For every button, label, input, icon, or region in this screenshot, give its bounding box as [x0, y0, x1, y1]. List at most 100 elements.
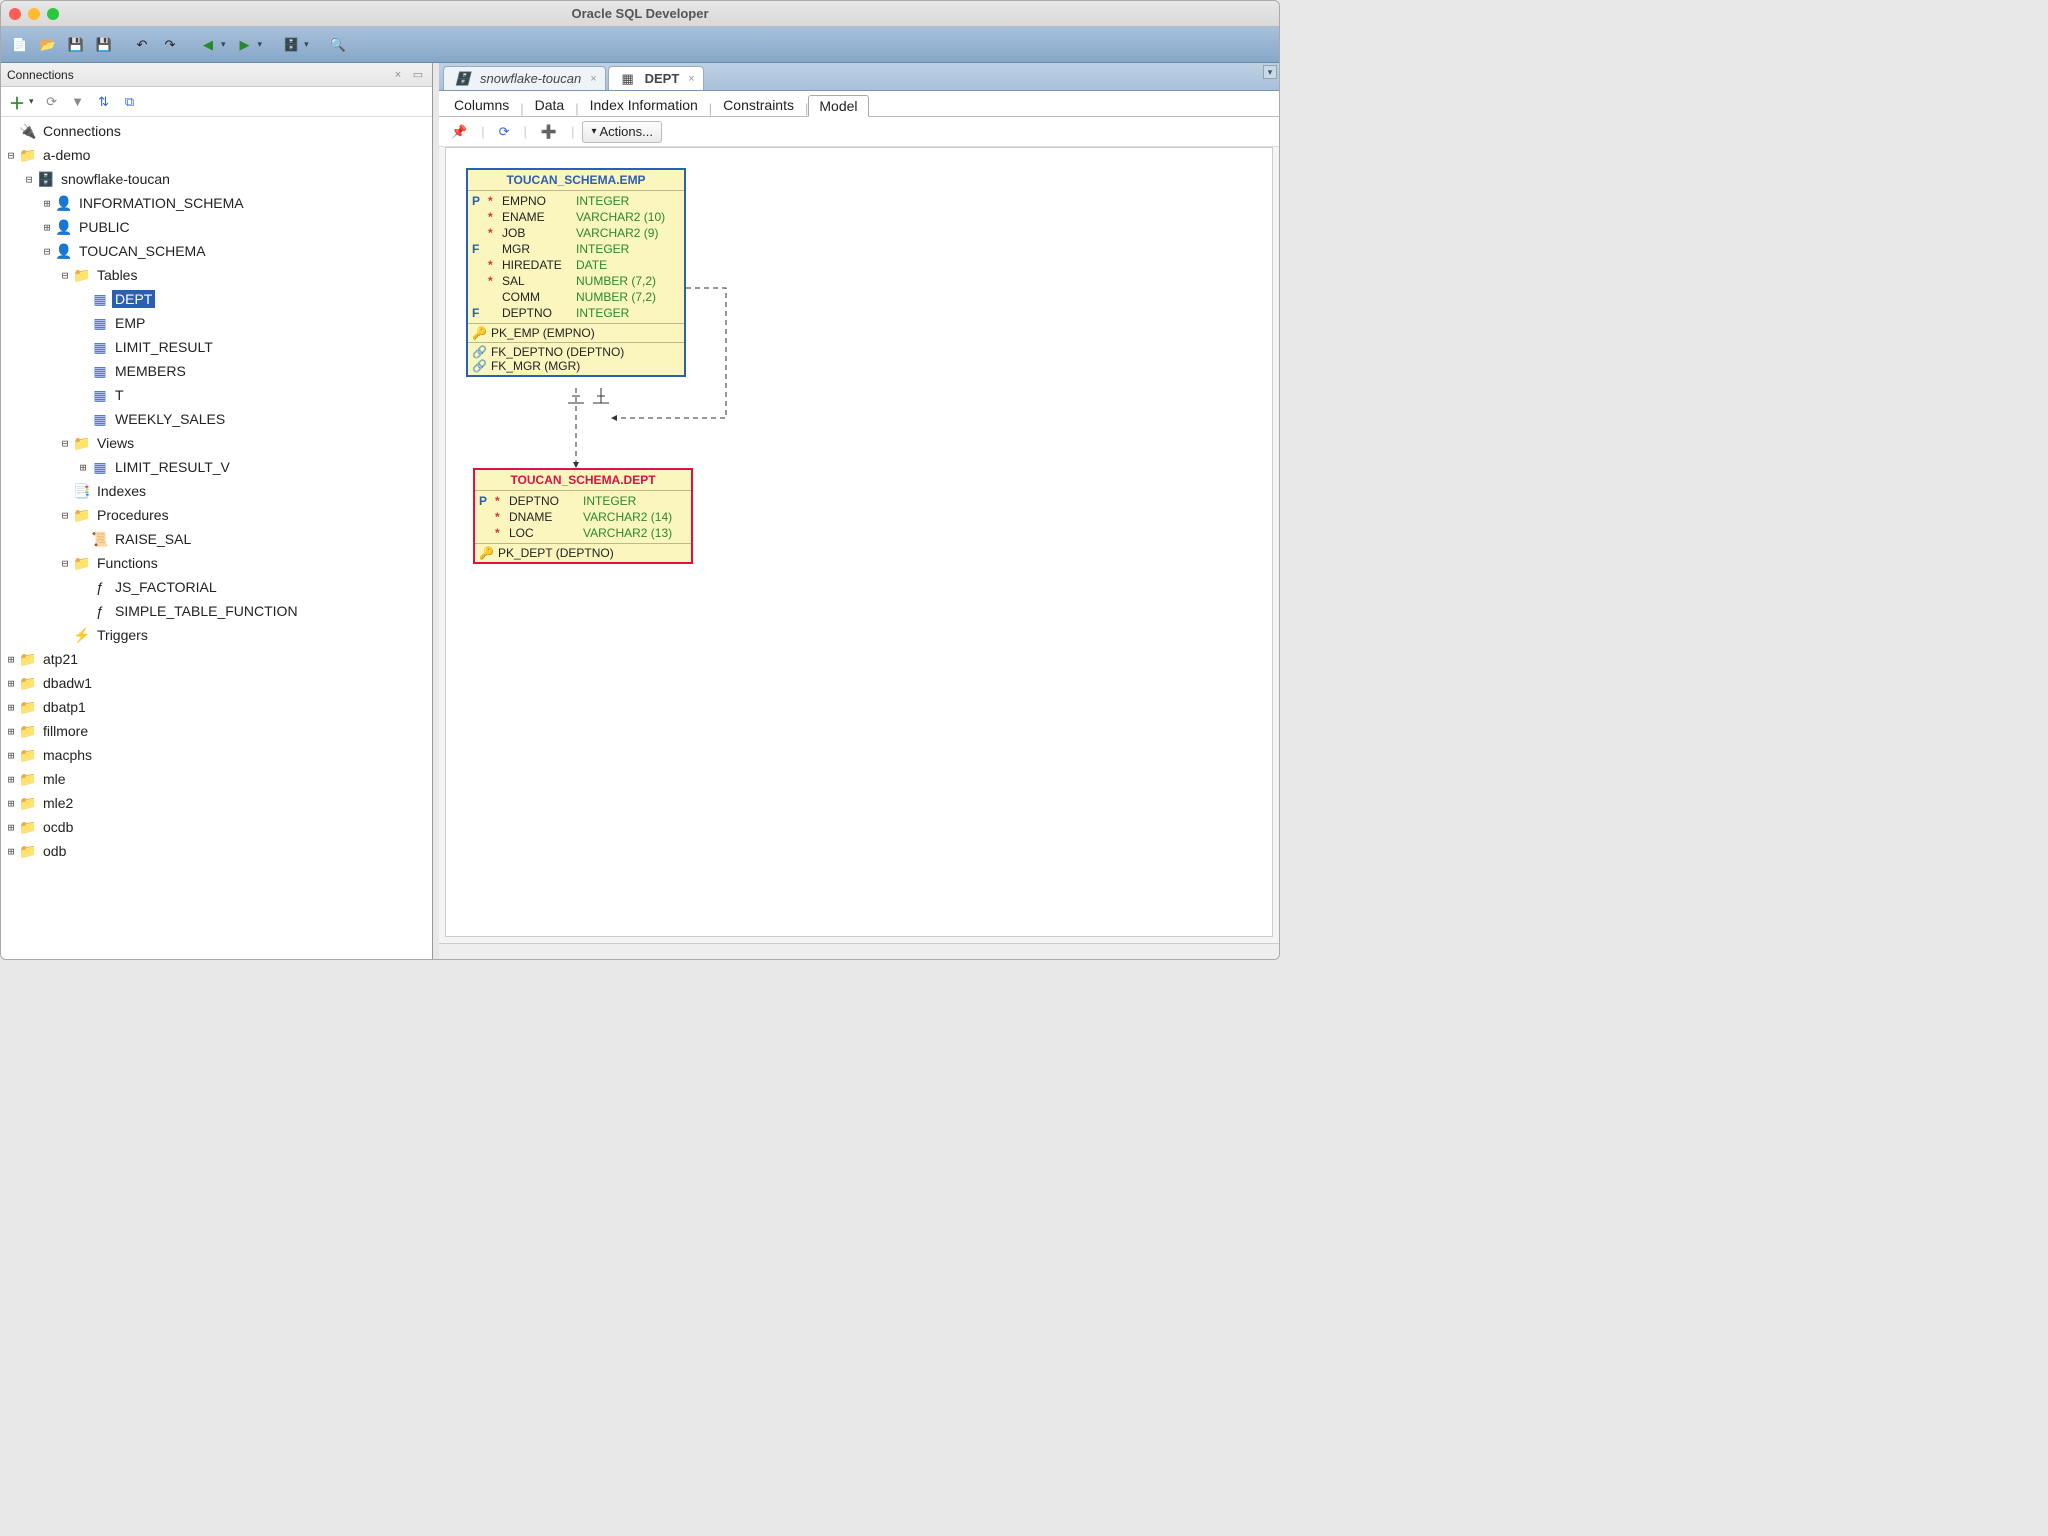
- twisty-icon[interactable]: ⊞: [5, 773, 17, 786]
- tree-schema-public[interactable]: ⊞👤PUBLIC: [1, 215, 432, 239]
- entity-dept[interactable]: TOUCAN_SCHEMA.DEPT P*DEPTNOINTEGER*DNAME…: [473, 468, 693, 564]
- add-button[interactable]: ➕: [535, 121, 563, 143]
- tree-folder-dbadw1[interactable]: ⊞📁dbadw1: [1, 671, 432, 695]
- close-window-button[interactable]: [9, 8, 21, 20]
- dropdown-icon[interactable]: ▾: [221, 39, 226, 50]
- subtab-model[interactable]: Model: [808, 95, 868, 117]
- tree-table-weekly_sales[interactable]: ▦WEEKLY_SALES: [1, 407, 432, 431]
- tree-tables-folder[interactable]: ⊟📁Tables: [1, 263, 432, 287]
- model-canvas[interactable]: TOUCAN_SCHEMA.EMP P*EMPNOINTEGER*ENAMEVA…: [445, 147, 1273, 937]
- editor-tab-snowflake[interactable]: 🗄️ snowflake-toucan ×: [443, 66, 606, 90]
- save-all-button[interactable]: 💾: [91, 32, 117, 58]
- new-button[interactable]: 📄: [7, 32, 33, 58]
- twisty-icon[interactable]: ⊟: [5, 149, 17, 162]
- tree-schema-toucan_schema[interactable]: ⊟👤TOUCAN_SCHEMA: [1, 239, 432, 263]
- tree-table-t[interactable]: ▦T: [1, 383, 432, 407]
- dropdown-icon[interactable]: ▾: [29, 96, 34, 107]
- twisty-icon[interactable]: ⊞: [5, 845, 17, 858]
- twisty-icon[interactable]: ⊞: [41, 221, 53, 234]
- twisty-icon[interactable]: ⊞: [5, 725, 17, 738]
- tree-label: fillmore: [40, 722, 91, 740]
- table-icon: ▦: [93, 339, 106, 356]
- panel-menu-button[interactable]: ▭: [410, 67, 426, 83]
- tree-folder-dbatp1[interactable]: ⊞📁dbatp1: [1, 695, 432, 719]
- tree-views-folder[interactable]: ⊟📁Views: [1, 431, 432, 455]
- tree-func-simple_table_function[interactable]: ƒSIMPLE_TABLE_FUNCTION: [1, 599, 432, 623]
- twisty-icon[interactable]: ⊞: [41, 197, 53, 210]
- horizontal-scrollbar[interactable]: [439, 943, 1279, 959]
- zoom-window-button[interactable]: [47, 8, 59, 20]
- entity-emp[interactable]: TOUCAN_SCHEMA.EMP P*EMPNOINTEGER*ENAMEVA…: [466, 168, 686, 377]
- minimize-window-button[interactable]: [28, 8, 40, 20]
- find-button[interactable]: 🔍: [325, 32, 351, 58]
- save-button[interactable]: 💾: [63, 32, 89, 58]
- subtab-columns[interactable]: Columns: [443, 94, 520, 116]
- tab-list-button[interactable]: ▾: [1263, 65, 1277, 79]
- tree-connection-snowflake[interactable]: ⊟🗄️snowflake-toucan: [1, 167, 432, 191]
- subtab-constraints[interactable]: Constraints: [712, 94, 805, 116]
- refresh-model-button[interactable]: ⟳: [493, 121, 516, 143]
- actions-menu[interactable]: ▾Actions...: [582, 121, 662, 143]
- tree-schema-information_schema[interactable]: ⊞👤INFORMATION_SCHEMA: [1, 191, 432, 215]
- tree-indexes-folder[interactable]: 📑Indexes: [1, 479, 432, 503]
- tree-table-members[interactable]: ▦MEMBERS: [1, 359, 432, 383]
- refresh-button[interactable]: ⟳: [40, 90, 64, 114]
- new-connection-button[interactable]: ＋: [5, 90, 29, 114]
- tree-folder-atp21[interactable]: ⊞📁atp21: [1, 647, 432, 671]
- tree-table-limit_result[interactable]: ▦LIMIT_RESULT: [1, 335, 432, 359]
- model-toolbar: 📌 | ⟳ | ➕ | ▾Actions...: [439, 117, 1279, 147]
- tree-folder-mle[interactable]: ⊞📁mle: [1, 767, 432, 791]
- tree-triggers-folder[interactable]: ⚡Triggers: [1, 623, 432, 647]
- tree-folder-ocdb[interactable]: ⊞📁ocdb: [1, 815, 432, 839]
- undo-button[interactable]: ↶: [129, 32, 155, 58]
- sql-worksheet-button[interactable]: 🗄️: [278, 32, 304, 58]
- twisty-icon[interactable]: ⊟: [59, 269, 71, 282]
- tree-root[interactable]: 🔌Connections: [1, 119, 432, 143]
- tree-folder-fillmore[interactable]: ⊞📁fillmore: [1, 719, 432, 743]
- subtab-data[interactable]: Data: [524, 94, 576, 116]
- twisty-icon[interactable]: ⊟: [59, 437, 71, 450]
- folder-icon: 📁: [73, 435, 90, 452]
- dropdown-icon[interactable]: ▾: [304, 39, 309, 50]
- tree-folder-macphs[interactable]: ⊞📁macphs: [1, 743, 432, 767]
- panel-close-button[interactable]: ×: [390, 67, 406, 83]
- connections-tree[interactable]: 🔌Connections⊟📁a-demo⊟🗄️snowflake-toucan⊞…: [1, 117, 432, 959]
- tree-procedures-folder[interactable]: ⊟📁Procedures: [1, 503, 432, 527]
- twisty-icon[interactable]: ⊟: [59, 557, 71, 570]
- twisty-icon[interactable]: ⊞: [5, 677, 17, 690]
- tree-func-js_factorial[interactable]: ƒJS_FACTORIAL: [1, 575, 432, 599]
- redo-button[interactable]: ↷: [157, 32, 183, 58]
- twisty-icon[interactable]: ⊞: [5, 797, 17, 810]
- tree-table-dept[interactable]: ▦DEPT: [1, 287, 432, 311]
- twisty-icon[interactable]: ⊞: [5, 749, 17, 762]
- close-tab-button[interactable]: ×: [590, 73, 596, 85]
- open-button[interactable]: 📂: [35, 32, 61, 58]
- tree-table-emp[interactable]: ▦EMP: [1, 311, 432, 335]
- tree-label: Views: [94, 434, 137, 452]
- back-button[interactable]: ◀: [195, 32, 221, 58]
- dropdown-icon[interactable]: ▾: [258, 39, 263, 50]
- tree-functions-folder[interactable]: ⊟📁Functions: [1, 551, 432, 575]
- reorder-button[interactable]: ⇅: [92, 90, 116, 114]
- filter-button[interactable]: ▼: [66, 90, 90, 114]
- twisty-icon[interactable]: ⊞: [77, 461, 89, 474]
- twisty-icon[interactable]: ⊟: [23, 173, 35, 186]
- sql-icon: 🗄️: [454, 70, 472, 88]
- editor-tab-dept[interactable]: ▦ DEPT ×: [608, 66, 704, 90]
- close-tab-button[interactable]: ×: [688, 73, 694, 85]
- tree-folder-a-demo[interactable]: ⊟📁a-demo: [1, 143, 432, 167]
- forward-button[interactable]: ▶: [232, 32, 258, 58]
- tree-view-limit_result_v[interactable]: ⊞▦LIMIT_RESULT_V: [1, 455, 432, 479]
- copy-button[interactable]: ⧉: [118, 90, 142, 114]
- tree-proc-raise_sal[interactable]: 📜RAISE_SAL: [1, 527, 432, 551]
- twisty-icon[interactable]: ⊞: [5, 701, 17, 714]
- twisty-icon[interactable]: ⊞: [5, 653, 17, 666]
- twisty-icon[interactable]: ⊟: [59, 509, 71, 522]
- twisty-icon[interactable]: ⊞: [5, 821, 17, 834]
- tree-folder-odb[interactable]: ⊞📁odb: [1, 839, 432, 863]
- pin-button[interactable]: 📌: [445, 121, 473, 143]
- twisty-icon[interactable]: ⊟: [41, 245, 53, 258]
- subtab-index-information[interactable]: Index Information: [579, 94, 709, 116]
- tree-folder-mle2[interactable]: ⊞📁mle2: [1, 791, 432, 815]
- tree-label: PUBLIC: [76, 218, 133, 236]
